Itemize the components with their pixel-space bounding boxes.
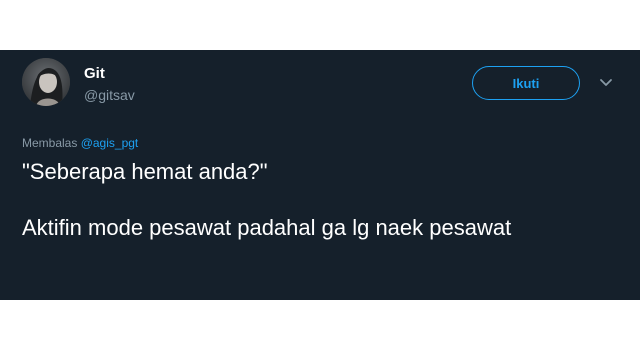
avatar-image: [22, 58, 70, 106]
display-name[interactable]: Git: [84, 65, 105, 83]
tweet-text: "Seberapa hemat anda?" Aktifin mode pesa…: [22, 158, 622, 242]
tweet-card: Git @gitsav Ikuti Membalas @agis_pgt "Se…: [0, 50, 640, 300]
bottom-letterbox: [0, 300, 640, 360]
reply-context: Membalas @agis_pgt: [22, 135, 138, 151]
follow-button[interactable]: Ikuti: [472, 66, 580, 100]
reply-prefix: Membalas: [22, 136, 78, 150]
reply-mention-link[interactable]: @agis_pgt: [81, 136, 139, 150]
chevron-down-icon[interactable]: [598, 76, 614, 90]
user-handle[interactable]: @gitsav: [84, 86, 135, 104]
tweet-paragraph: Aktifin mode pesawat padahal ga lg naek …: [22, 215, 512, 240]
avatar[interactable]: [22, 58, 70, 106]
top-letterbox: [0, 0, 640, 50]
tweet-paragraph: "Seberapa hemat anda?": [22, 159, 268, 184]
